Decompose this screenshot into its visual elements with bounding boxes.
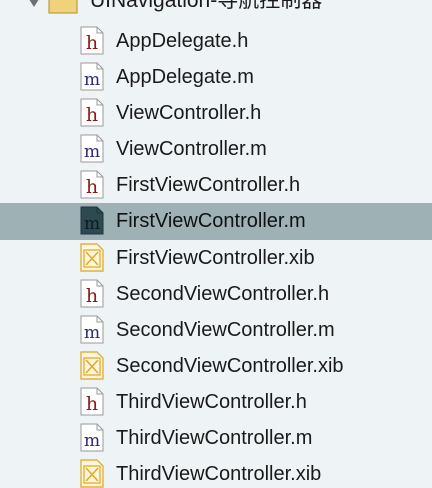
group-label: UINavigation-导航控制器 (90, 0, 323, 12)
objc-source-file-icon: m (80, 315, 104, 344)
file-row[interactable]: SecondViewController.xib (0, 348, 432, 384)
svg-text:m: m (84, 431, 100, 451)
project-navigator: UINavigation-导航控制器 h AppDelegate.h m AppDel… (0, 0, 432, 488)
group-row-uinavigation[interactable]: UINavigation-导航控制器 (0, 0, 432, 16)
header-file-icon: h (80, 170, 104, 199)
objc-source-file-icon: m (80, 206, 104, 235)
disclosure-triangle-icon[interactable] (27, 0, 41, 7)
header-file-icon: h (80, 387, 104, 416)
svg-text:h: h (86, 393, 98, 415)
objc-source-file-icon: m (80, 62, 104, 91)
file-row[interactable]: h FirstViewController.h (0, 167, 432, 203)
xib-file-icon (80, 459, 104, 488)
file-row[interactable]: m AppDelegate.m (0, 59, 432, 95)
file-label: ThirdViewController.h (116, 391, 307, 413)
file-label: FirstViewController.h (116, 174, 301, 196)
file-label: FirstViewController.xib (116, 247, 315, 269)
svg-text:m: m (84, 142, 100, 162)
file-row[interactable]: m SecondViewController.m (0, 312, 432, 348)
objc-source-file-icon: m (80, 423, 104, 452)
file-label: AppDelegate.m (116, 66, 254, 88)
file-row[interactable]: FirstViewController.xib (0, 240, 432, 276)
file-row[interactable]: m ViewController.m (0, 131, 432, 167)
svg-text:h: h (86, 176, 98, 198)
file-row[interactable]: m ThirdViewController.m (0, 420, 432, 456)
file-label: ViewController.m (116, 138, 267, 160)
file-label: AppDelegate.h (116, 30, 249, 52)
file-row[interactable]: h ThirdViewController.h (0, 384, 432, 420)
svg-text:h: h (86, 104, 98, 126)
xib-file-icon (80, 243, 104, 272)
file-label: ThirdViewController.xib (116, 463, 322, 485)
file-row[interactable]: h ViewController.h (0, 95, 432, 131)
file-label: ViewController.h (116, 102, 262, 124)
file-label: ThirdViewController.m (116, 427, 313, 449)
file-label: SecondViewController.xib (116, 355, 344, 377)
file-label: SecondViewController.h (116, 283, 330, 305)
file-label: SecondViewController.m (116, 319, 335, 341)
svg-text:m: m (84, 214, 100, 234)
header-file-icon: h (80, 279, 104, 308)
file-row[interactable]: h SecondViewController.h (0, 276, 432, 312)
header-file-icon: h (80, 98, 104, 127)
header-file-icon: h (80, 26, 104, 55)
file-row[interactable]: h AppDelegate.h (0, 23, 432, 59)
file-row[interactable]: ThirdViewController.xib (0, 456, 432, 488)
file-label: FirstViewController.m (116, 210, 306, 232)
svg-text:h: h (86, 285, 98, 307)
xib-file-icon (80, 351, 104, 380)
folder-icon (48, 0, 78, 14)
objc-source-file-icon: m (80, 134, 104, 163)
svg-text:m: m (84, 70, 100, 90)
file-row[interactable]: m FirstViewController.m (0, 203, 432, 240)
svg-text:h: h (86, 32, 98, 54)
svg-text:m: m (84, 323, 100, 343)
file-list: h AppDelegate.h m AppDelegate.m h ViewControl… (0, 23, 432, 488)
